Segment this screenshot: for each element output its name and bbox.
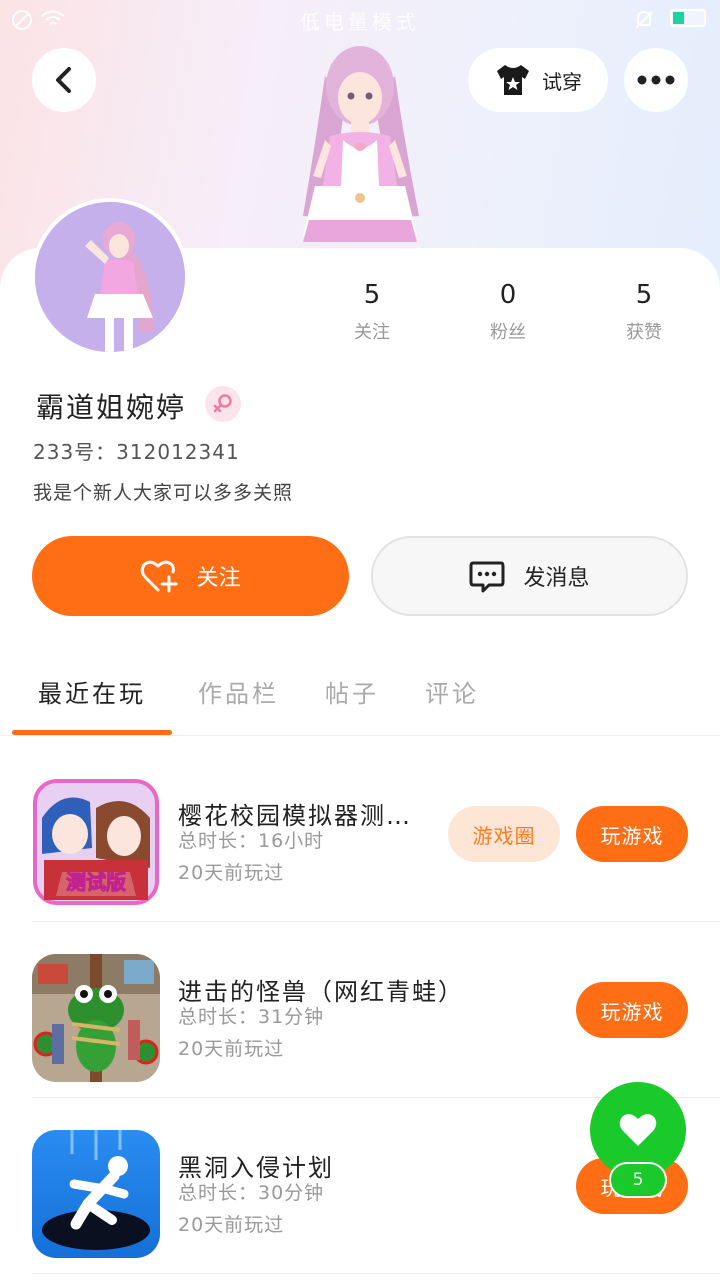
game-icon-image (32, 1130, 160, 1258)
heart-plus-icon (141, 560, 178, 593)
stat-likes[interactable]: 5 获赞 (574, 280, 714, 344)
stat-likes-count: 5 (635, 280, 653, 310)
stat-following-count: 5 (363, 280, 381, 310)
stat-following-label: 关注 (354, 322, 390, 343)
tshirt-icon (497, 65, 529, 95)
user-id: 233号：312012341 (33, 440, 240, 464)
tab-posts[interactable]: 帖子 (325, 674, 379, 709)
message-label: 发消息 (523, 566, 590, 591)
avatar[interactable] (31, 198, 189, 356)
follow-button[interactable]: 关注 (32, 536, 349, 616)
stat-fans-label: 粉丝 (490, 322, 526, 343)
game-icon-badge-text: 测试版 (66, 870, 126, 894)
play-game-button[interactable]: 玩游戏 (576, 982, 688, 1038)
stat-following[interactable]: 5 关注 (302, 280, 442, 344)
game-duration: 总时长：30分钟 (178, 1182, 325, 1204)
game-circle-button[interactable]: 游戏圈 (448, 806, 560, 862)
active-tab-indicator (12, 730, 172, 735)
game-duration: 总时长：31分钟 (178, 1006, 325, 1028)
user-bio: 我是个新人大家可以多多关照 (33, 482, 294, 504)
profile-stats: 5 关注 0 粉丝 5 获赞 (300, 280, 720, 350)
try-on-button[interactable]: 试穿 (468, 48, 608, 112)
game-icon-sakura[interactable]: 测试版 (32, 778, 160, 906)
female-icon (213, 394, 232, 413)
mute-icon (635, 10, 653, 29)
row-divider (32, 1273, 720, 1274)
game-last-played: 20天前玩过 (178, 1214, 285, 1236)
status-title: 低电量模式 (300, 10, 420, 34)
game-duration: 总时长：16小时 (178, 830, 325, 852)
play-game-button[interactable]: 玩游戏 (576, 806, 688, 862)
game-row[interactable]: 进击的怪兽（网红青蛙） 总时长：31分钟 20天前玩过 玩游戏 (0, 922, 720, 1098)
stat-fans[interactable]: 0 粉丝 (438, 280, 578, 344)
chevron-left-icon (56, 67, 71, 93)
follow-label: 关注 (196, 566, 241, 591)
game-icon-image: 测试版 (32, 778, 160, 906)
try-on-label: 试穿 (542, 69, 582, 94)
avatar-3d-figure (303, 46, 419, 242)
battery-icon (670, 9, 706, 27)
gender-badge (205, 386, 241, 422)
tab-recent-play[interactable]: 最近在玩 (38, 674, 146, 709)
like-count-badge: 5 (609, 1162, 667, 1198)
username: 霸道姐婉婷 (36, 391, 187, 424)
game-icon-frog[interactable] (32, 954, 160, 1082)
more-button[interactable] (624, 48, 688, 112)
tab-comments[interactable]: 评论 (425, 674, 479, 709)
stat-likes-label: 获赞 (626, 322, 662, 343)
avatar-image (35, 202, 185, 352)
back-button[interactable] (32, 48, 96, 112)
game-last-played: 20天前玩过 (178, 1038, 285, 1060)
game-row[interactable]: 测试版 樱花校园模拟器测… 总时长：16小时 20天前玩过 游戏圈 玩游戏 (0, 746, 720, 922)
profile-tabs: 最近在玩 作品栏 帖子 评论 (0, 668, 720, 736)
more-dots-icon (637, 75, 675, 85)
stat-fans-count: 0 (499, 280, 517, 310)
game-icon-image (32, 954, 160, 1082)
tab-works[interactable]: 作品栏 (198, 674, 279, 709)
message-button[interactable]: 发消息 (371, 536, 688, 616)
status-bar: 低电量模式 (0, 0, 720, 38)
game-last-played: 20天前玩过 (178, 862, 285, 884)
game-icon-blackhole[interactable] (32, 1130, 160, 1258)
heart-icon (619, 1113, 657, 1146)
chat-bubble-icon (469, 561, 505, 593)
